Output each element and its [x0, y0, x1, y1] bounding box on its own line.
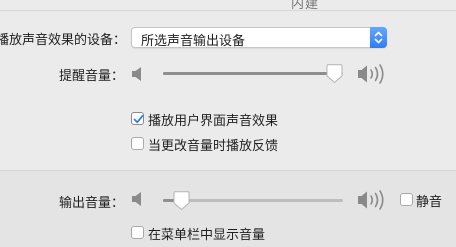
output-device-label: 播放声音效果的设备： [0, 33, 127, 48]
play-ui-sounds-checkbox[interactable] [131, 112, 144, 125]
speaker-high-icon [357, 63, 389, 89]
mute-checkbox[interactable] [400, 193, 413, 206]
show-in-menubar-label[interactable]: 在菜单栏中显示音量 [148, 224, 265, 243]
alert-volume-fill [163, 72, 334, 75]
chevron-updown-icon[interactable] [370, 27, 387, 48]
mute-label[interactable]: 静音 [416, 191, 442, 210]
output-volume-label: 输出音量： [59, 196, 125, 211]
alert-volume-knob[interactable] [325, 64, 344, 84]
play-ui-sounds-label[interactable]: 播放用户界面声音效果 [148, 110, 278, 129]
checkmark-icon [133, 114, 144, 124]
output-device-value: 所选声音输出设备 [141, 34, 246, 49]
play-feedback-label[interactable]: 当更改音量时播放反馈 [148, 135, 278, 154]
speaker-low-icon [131, 66, 145, 86]
tab-header: 内建 [0, 0, 456, 11]
speaker-low-icon [131, 191, 145, 211]
show-in-menubar-checkbox[interactable] [131, 226, 144, 239]
output-device-select[interactable]: 所选声音输出设备 [131, 27, 387, 49]
tab-header-line [0, 10, 456, 11]
play-feedback-checkbox[interactable] [131, 137, 144, 150]
alert-volume-label: 提醒音量： [59, 69, 125, 84]
speaker-high-icon [357, 189, 389, 215]
output-volume-knob[interactable] [172, 191, 191, 211]
sound-effects-panel: 内建 播放声音效果的设备： 所选声音输出设备 提醒音量： 播放用户界面声音效果 … [0, 0, 456, 247]
